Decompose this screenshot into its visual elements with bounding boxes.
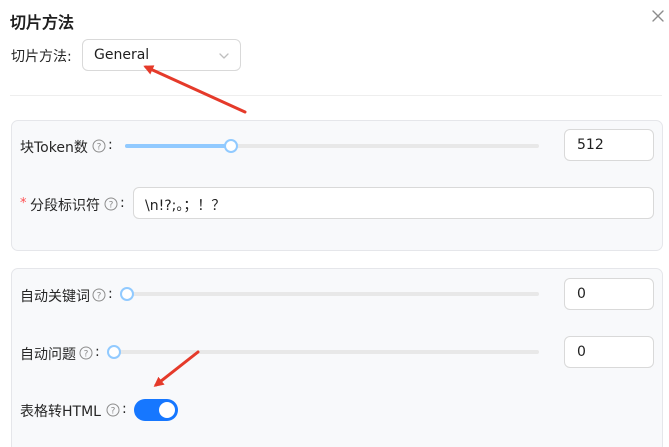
svg-text:?: ? [97, 142, 102, 152]
svg-text:?: ? [84, 349, 89, 359]
auto-keywords-slider[interactable] [120, 287, 539, 301]
svg-text:?: ? [111, 406, 116, 416]
colon: : [122, 401, 127, 417]
chunk-token-label: 块Token数 [20, 140, 88, 156]
slider-handle[interactable] [107, 345, 121, 359]
chunk-method-label: 切片方法: [11, 49, 72, 65]
slider-handle[interactable] [224, 139, 238, 153]
slider-handle[interactable] [120, 287, 134, 301]
colon: : [108, 286, 113, 302]
chunk-method-select[interactable]: General [82, 39, 241, 71]
table-to-html-toggle[interactable] [134, 399, 178, 421]
question-circle-icon[interactable]: ? [92, 288, 106, 302]
chunk-token-slider[interactable] [125, 139, 539, 153]
chunk-token-value: 512 [577, 137, 604, 153]
toggle-knob [159, 402, 175, 418]
auto-keywords-label: 自动关键词 [20, 289, 90, 305]
question-circle-icon[interactable]: ? [104, 197, 118, 211]
table-to-html-label: 表格转HTML [20, 404, 101, 420]
colon: : [95, 344, 100, 360]
auto-questions-slider[interactable] [107, 345, 539, 359]
required-mark: * [20, 196, 27, 211]
auto-questions-input[interactable]: 0 [564, 336, 654, 368]
delimiter-value: \n!?;。；！？ [145, 198, 226, 214]
slider-fill [125, 144, 229, 148]
auto-keywords-value: 0 [577, 286, 586, 302]
colon: : [108, 137, 113, 153]
chunk-method-value: General [94, 47, 150, 63]
delimiter-label: 分段标识符 [30, 198, 100, 214]
chunk-token-input[interactable]: 512 [564, 129, 654, 161]
annotation-arrow [143, 65, 247, 114]
colon: : [120, 195, 125, 211]
dialog-title: 切片方法 [10, 13, 75, 32]
auto-keywords-input[interactable]: 0 [564, 278, 654, 310]
auto-questions-value: 0 [577, 344, 586, 360]
question-circle-icon[interactable]: ? [92, 139, 106, 153]
svg-text:?: ? [109, 200, 114, 210]
auto-questions-label: 自动问题 [20, 347, 76, 363]
divider [10, 95, 662, 96]
close-icon[interactable] [648, 6, 668, 26]
delimiter-input[interactable]: \n!?;。；！？ [133, 187, 654, 219]
chevron-down-icon [218, 50, 230, 66]
question-circle-icon[interactable]: ? [79, 346, 93, 360]
svg-text:?: ? [97, 291, 102, 301]
question-circle-icon[interactable]: ? [106, 403, 120, 417]
